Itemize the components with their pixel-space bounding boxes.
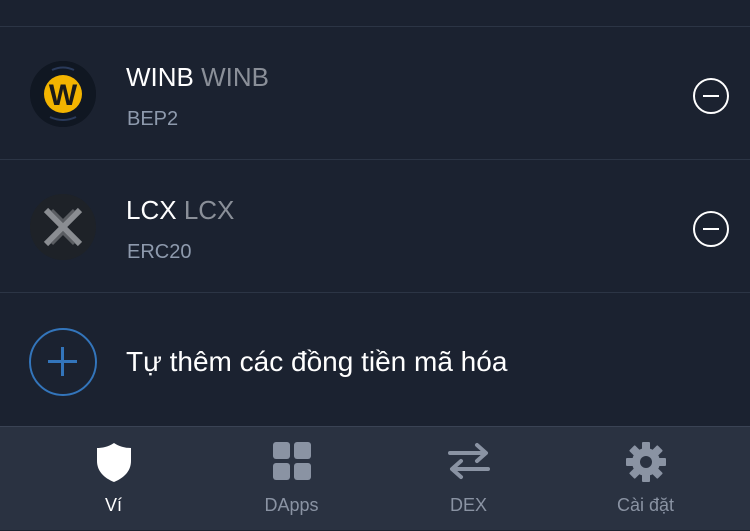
tab-dapps[interactable]: DApps: [198, 427, 385, 531]
winb-logo-icon: W: [30, 61, 96, 127]
token-symbol: LCX: [183, 195, 235, 225]
svg-text:W: W: [49, 79, 78, 112]
add-custom-token-label: Tự thêm các đồng tiền mã hóa: [126, 346, 508, 377]
tab-wallet[interactable]: Ví: [20, 427, 207, 531]
token-symbol: WINB: [201, 62, 270, 92]
plus-circle-icon[interactable]: [29, 328, 97, 396]
token-network: ERC20: [127, 241, 192, 263]
lcx-logo-icon: [30, 194, 96, 260]
tab-label: DEX: [449, 495, 487, 515]
add-custom-token-row[interactable]: Tự thêm các đồng tiền mã hóa: [0, 294, 750, 426]
remove-token-button[interactable]: [693, 78, 729, 114]
remove-token-button[interactable]: [693, 211, 729, 247]
tab-dex[interactable]: DEX: [375, 427, 562, 531]
bottom-tab-bar: Ví DApps DEX Cài đặt: [0, 426, 750, 530]
grid-icon: [272, 442, 311, 480]
tab-label: DApps: [264, 495, 319, 515]
divider: [0, 292, 750, 293]
token-title: LCX LCX: [126, 195, 234, 226]
gear-icon: [625, 442, 666, 482]
token-row-winb[interactable]: W WINB WINB BEP2: [0, 27, 750, 159]
tab-settings[interactable]: Cài đặt: [552, 427, 739, 531]
token-name: LCX: [126, 195, 177, 225]
tab-label: Cài đặt: [616, 495, 675, 515]
token-title: WINB WINB: [126, 62, 269, 93]
swap-arrows-icon: [447, 443, 490, 479]
token-list: W WINB WINB BEP2 LCX LCX ERC20 Tự thêm c…: [0, 0, 750, 426]
token-row-lcx[interactable]: LCX LCX ERC20: [0, 160, 750, 292]
token-network: BEP2: [127, 108, 179, 130]
tab-label: Ví: [104, 495, 122, 515]
token-name: WINB: [126, 62, 194, 92]
shield-icon: [96, 443, 131, 482]
